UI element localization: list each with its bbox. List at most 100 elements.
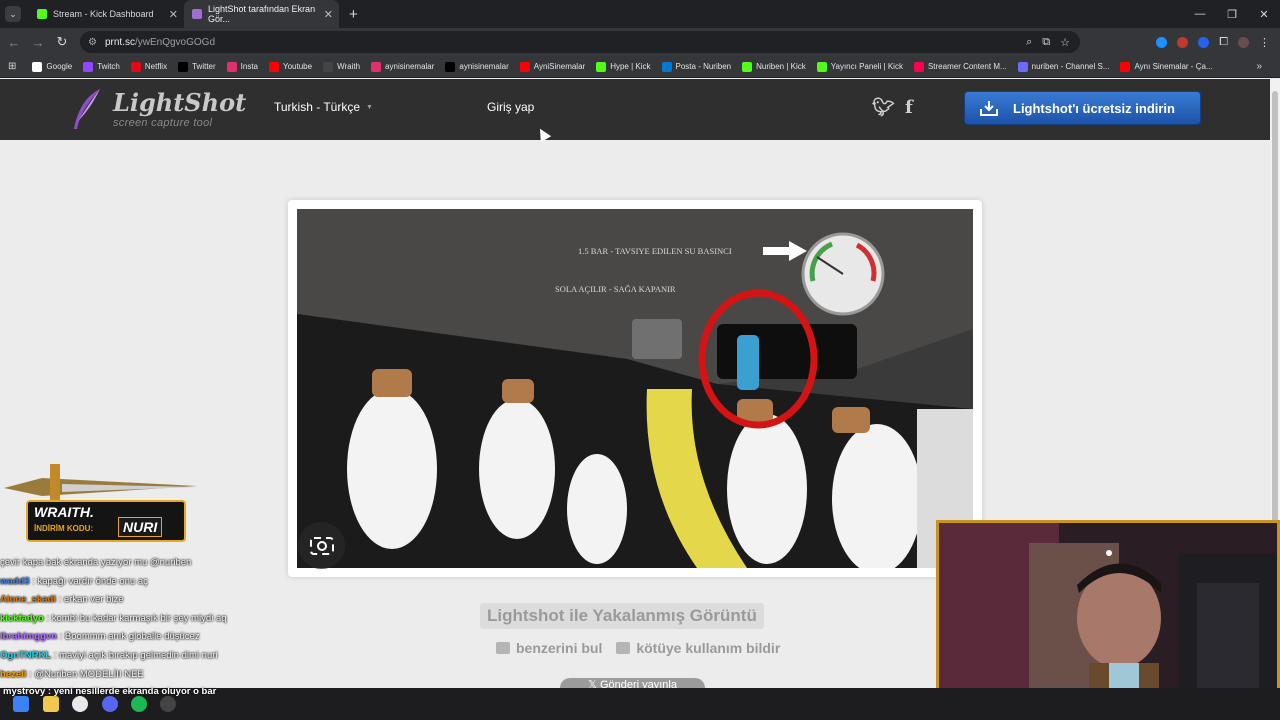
camera-lens-icon: [309, 536, 334, 555]
logo-subtitle: screen capture tool: [113, 117, 213, 129]
bookmark-favicon-icon: [371, 61, 382, 72]
bookmark-favicon-icon: [913, 61, 924, 72]
restore-icon[interactable]: ❐: [1216, 8, 1248, 21]
minimize-icon[interactable]: —: [1184, 8, 1216, 20]
bookmark-favicon-icon: [130, 61, 141, 72]
bookmark-label: Wraith: [337, 62, 361, 71]
download-button[interactable]: Lightshot'ı ücretsiz indirin: [964, 91, 1201, 125]
chat-text: çevir kapa bak ekranda yazıyor mu @nurib…: [0, 557, 192, 568]
report-icon: [616, 642, 631, 654]
kick-icon: [37, 9, 47, 19]
bookmark-item[interactable]: Yayıncı Paneli | Kick: [816, 61, 903, 72]
bookmark-item[interactable]: Netflix: [130, 61, 167, 72]
site-info-icon[interactable]: ⚙: [88, 37, 97, 48]
bookmark-item[interactable]: aynisinemalar: [371, 61, 435, 72]
find-similar-link[interactable]: benzerini bul: [496, 640, 602, 656]
bookmark-label: nuriben - Channel S...: [1031, 62, 1110, 71]
bookmark-item[interactable]: aynisinemalar: [445, 61, 509, 72]
bookmark-favicon-icon: [816, 61, 827, 72]
bookmark-favicon-icon: [1017, 61, 1028, 72]
bookmark-label: aynisinemalar: [385, 62, 435, 71]
bookmark-item[interactable]: Youtube: [269, 61, 312, 72]
twitter-icon[interactable]: 🐦︎: [872, 97, 895, 118]
close-tab-icon[interactable]: ✕: [169, 8, 178, 21]
bookmark-item[interactable]: Streamer Content M...: [913, 61, 1007, 72]
bookmark-item[interactable]: AyniSinemalar: [519, 61, 585, 72]
language-selector[interactable]: Turkish - Türkçe ▼: [274, 100, 373, 114]
chat-overlay: çevir kapa bak ekranda yazıyor mu @nurib…: [0, 554, 300, 684]
bookmark-favicon-icon: [323, 61, 334, 72]
forward-icon[interactable]: →: [26, 35, 50, 50]
bookmark-item[interactable]: Insta: [226, 61, 258, 72]
tab-kick-dashboard[interactable]: Stream - Kick Dashboard ✕: [29, 0, 184, 28]
chat-text: : kombi bu kadar karmaşık bir şey miydi …: [46, 612, 227, 624]
extension-icon[interactable]: [1177, 36, 1189, 48]
bookmark-item[interactable]: nuriben - Channel S...: [1017, 61, 1110, 72]
image-caption: Lightshot ile Yakalanmış Görüntü: [480, 603, 764, 629]
back-icon[interactable]: ←: [2, 35, 26, 50]
bookmark-item[interactable]: Wraith: [323, 61, 361, 72]
more-bookmarks-icon[interactable]: »: [1256, 61, 1262, 72]
file-explorer-icon[interactable]: [43, 696, 59, 712]
screenshot-image[interactable]: 1.5 BAR - TAVSIYE EDILEN SU BASINCI SOLA…: [297, 209, 973, 568]
login-link[interactable]: Giriş yap: [487, 100, 534, 114]
site-header: LightShot screen capture tool Turkish - …: [0, 79, 1270, 140]
chat-username: kickfadyo: [0, 612, 44, 624]
bookmark-label: Hype | Kick: [610, 62, 651, 71]
url-path: /ywEnQgvoGOGd: [134, 36, 216, 48]
tab-title: LightShot tarafından Ekran Gör...: [208, 4, 316, 24]
bookmark-item[interactable]: Hype | Kick: [596, 61, 651, 72]
tab-lightshot[interactable]: LightShot tarafından Ekran Gör... ✕: [184, 0, 339, 28]
scrollbar-thumb[interactable]: [1272, 91, 1278, 541]
windows-start-icon[interactable]: [13, 696, 29, 712]
more-menu-icon[interactable]: ⋮: [1259, 36, 1270, 49]
bookmarks-bar: ⊞ Google Twitch Netflix Twitter Insta Youtube…: [0, 56, 1280, 78]
bookmark-item[interactable]: Aynı Sinemalar - Ça...: [1120, 61, 1213, 72]
tab-search-icon[interactable]: ⌄: [5, 6, 21, 22]
address-bar[interactable]: ⚙ prnt.sc/ywEnQgvoGOGd ⌕ ⧉ ☆: [80, 31, 1080, 53]
extension-icon[interactable]: [1198, 36, 1210, 48]
sponsor-code: NURI: [118, 517, 163, 537]
puzzle-icon[interactable]: ⧠: [1219, 36, 1228, 49]
bookmark-star-icon[interactable]: ☆: [1060, 36, 1070, 49]
chat-latest-message: mystrovy : yeni nesillerde ekranda oluyo…: [3, 686, 217, 697]
profile-avatar[interactable]: [1238, 36, 1249, 48]
bookmark-favicon-icon: [32, 61, 43, 72]
install-icon[interactable]: ⧉: [1042, 36, 1050, 49]
discord-icon[interactable]: [102, 696, 118, 712]
bookmark-favicon-icon: [661, 61, 672, 72]
obs-icon[interactable]: [160, 696, 176, 712]
browser-toolbar: ← → ↻ ⚙ prnt.sc/ywEnQgvoGOGd ⌕ ⧉ ☆ ⧠ ⋮: [0, 28, 1280, 56]
bookmark-favicon-icon: [269, 61, 279, 72]
chat-message: kickfadyo : kombi bu kadar karmaşık bir …: [0, 610, 300, 629]
sponsor-overlay: WRAITH. İNDİRİM KODU: NURI: [2, 460, 200, 548]
spotify-icon[interactable]: [131, 696, 147, 712]
chat-message: OgnTNRKL : maviyi açık bırakıp gelmedin …: [0, 647, 300, 666]
bookmark-item[interactable]: Twitter: [178, 61, 216, 72]
apps-grid-icon[interactable]: ⊞: [8, 61, 16, 72]
bookmark-item[interactable]: Nuriben | Kick: [742, 61, 806, 72]
bookmark-label: Nuriben | Kick: [756, 62, 806, 71]
close-window-icon[interactable]: ✕: [1248, 8, 1280, 21]
bookmark-label: Twitter: [192, 62, 216, 71]
new-tab-icon[interactable]: +: [349, 6, 358, 23]
lens-search-button[interactable]: [298, 522, 345, 569]
close-tab-icon[interactable]: ✕: [324, 8, 333, 21]
chat-message: çevir kapa bak ekranda yazıyor mu @nurib…: [0, 554, 300, 573]
bookmark-item[interactable]: Google: [32, 61, 72, 72]
report-abuse-link[interactable]: kötüye kullanım bildir: [616, 640, 780, 656]
chevron-down-icon: ▼: [366, 103, 373, 111]
camera-icon: [496, 642, 510, 654]
bookmark-item[interactable]: Posta - Nuriben: [661, 61, 731, 72]
chat-username: hezeli: [0, 668, 27, 680]
chat-username: wadd3: [0, 575, 30, 587]
bookmark-item[interactable]: Twitch: [83, 61, 120, 72]
bookmark-label: Yayıncı Paneli | Kick: [830, 62, 903, 71]
reload-icon[interactable]: ↻: [50, 34, 74, 50]
logo-title[interactable]: LightShot: [113, 88, 246, 117]
feather-logo-icon: [74, 89, 100, 129]
facebook-icon[interactable]: f: [905, 97, 913, 118]
chrome-icon[interactable]: [72, 696, 88, 712]
zoom-icon[interactable]: ⌕: [1026, 36, 1032, 49]
extension-icon[interactable]: [1156, 36, 1168, 48]
